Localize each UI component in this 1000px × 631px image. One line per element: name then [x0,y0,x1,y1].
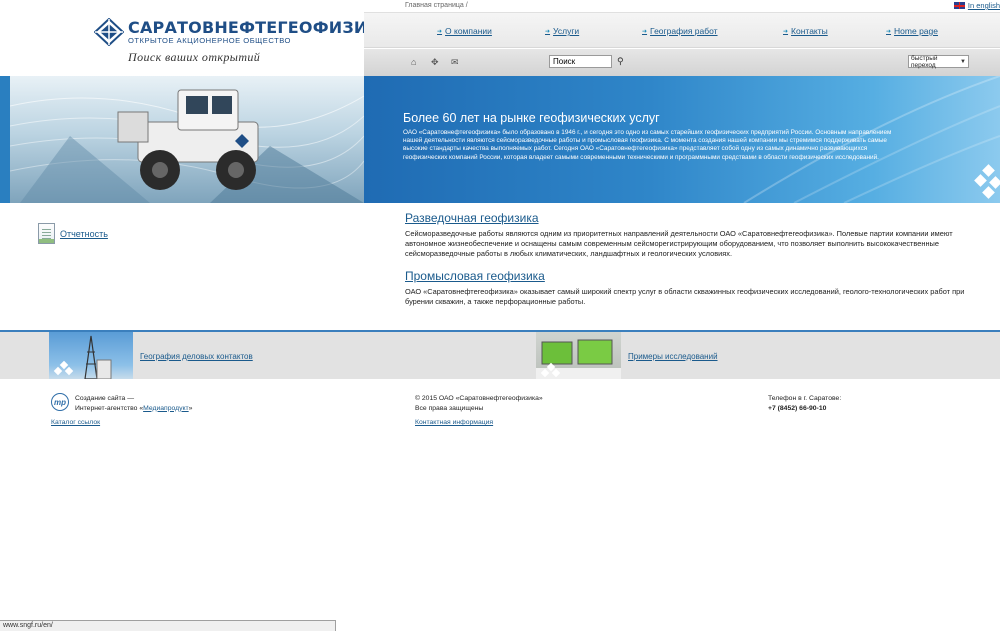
language-switch[interactable]: In english [953,1,1000,10]
exploration-title-link[interactable]: Разведочная геофизика [405,211,965,225]
sitemap-icon[interactable]: ✥ [431,57,439,68]
promo-bar: География деловых контактов Примеры иссл… [0,332,1000,379]
production-text: ОАО «Саратовнефтегеофизика» оказывает са… [405,287,965,307]
browser-status-bar: www.sngf.ru/en/ [0,620,336,631]
contact-info-link[interactable]: Контактная информация [415,419,493,426]
slogan: Поиск ваших открытий [128,50,261,64]
breadcrumb: Главная страница / [405,2,468,9]
search-input[interactable] [549,55,612,68]
exploration-text: Сейсморазведочные работы являются одним … [405,229,953,259]
nav-area: Главная страница / In english ➜ О компани… [364,0,1000,76]
phone-block: Телефон в г. Саратове: +7 (8452) 66-90-1… [768,395,842,412]
main-menu: ➜ О компании ➜ Услуги ➜ География работ ➜ Ко… [364,12,1000,48]
site-credits: Создание сайта — Интернет-агентство «Мед… [75,395,193,412]
quick-nav-select[interactable]: быстрый переход ▼ [908,55,969,69]
menu-item-about[interactable]: ➜ О компании [437,26,492,36]
arrow-right-icon: ➜ [783,28,789,35]
arrow-right-icon: ➜ [886,28,892,35]
geography-contacts-link[interactable]: География деловых контактов [140,352,253,361]
logo-subtitle: ОТКРЫТОЕ АКЦИОНЕРНОЕ ОБЩЕСТВО [128,36,291,45]
logo-area: САРАТОВНЕФТЕГЕОФИЗИКА ОТКРЫТОЕ АКЦИОНЕРН… [0,0,393,76]
research-examples-link[interactable]: Примеры исследований [628,352,718,361]
phone-number: +7 (8452) 66-90-10 [768,404,827,412]
arrow-right-icon: ➜ [437,28,443,35]
hero-banner: Более 60 лет на рынке геофизических услу… [0,76,1000,203]
exploration-section: Разведочная геофизика Сейсморазведочные … [405,211,965,260]
search-icon[interactable]: ⚲ [617,56,624,67]
research-monitors-image[interactable] [536,332,621,379]
language-link[interactable]: In english [968,1,1000,10]
copyright: © 2015 ОАО «Саратовнефтегеофизика» Все п… [415,395,543,412]
production-section: Промысловая геофизика ОАО «Саратовнефтег… [405,269,965,307]
tool-bar: ⌂ ✥ ✉ ⚲ быстрый переход ▼ [364,49,1000,76]
arrow-right-icon: ➜ [642,28,648,35]
banner-title: Более 60 лет на рынке геофизических услу… [403,111,660,125]
menu-item-geography[interactable]: ➜ География работ [642,26,718,36]
production-title-link[interactable]: Промысловая геофизика [405,269,965,283]
arrow-right-icon: ➜ [545,28,551,35]
logo-name: САРАТОВНЕФТЕГЕОФИЗИКА [128,18,394,37]
logo-emblem-icon [94,18,124,46]
menu-item-contacts[interactable]: ➜ Контакты [783,26,828,36]
drilling-rig-image[interactable] [49,332,133,379]
mediaproduct-logo-icon[interactable]: mp [51,393,69,411]
vibrator-truck-image [0,76,364,203]
agency-link[interactable]: Медиапродукт [143,405,189,412]
mail-icon[interactable]: ✉ [451,57,459,68]
banner-text-panel: Более 60 лет на рынке геофизических услу… [364,76,1000,203]
company-logo[interactable]: САРАТОВНЕФТЕГЕОФИЗИКА ОТКРЫТОЕ АКЦИОНЕРН… [94,18,393,46]
uk-flag-icon [953,2,965,9]
home-icon[interactable]: ⌂ [411,57,416,67]
chevron-down-icon: ▼ [960,58,966,65]
site-header: САРАТОВНЕФТЕГЕОФИЗИКА ОТКРЫТОЕ АКЦИОНЕРН… [0,0,1000,76]
document-icon [38,223,55,244]
catalog-link[interactable]: Каталог ссылок [51,419,100,426]
report-link[interactable]: Отчетность [60,229,108,239]
menu-item-home[interactable]: ➜ Home page [886,26,938,36]
banner-text: ОАО «Саратовнефтегеофизика» было образов… [403,129,892,161]
menu-item-services[interactable]: ➜ Услуги [545,26,579,36]
report-link-block[interactable]: Отчетность [38,223,108,244]
